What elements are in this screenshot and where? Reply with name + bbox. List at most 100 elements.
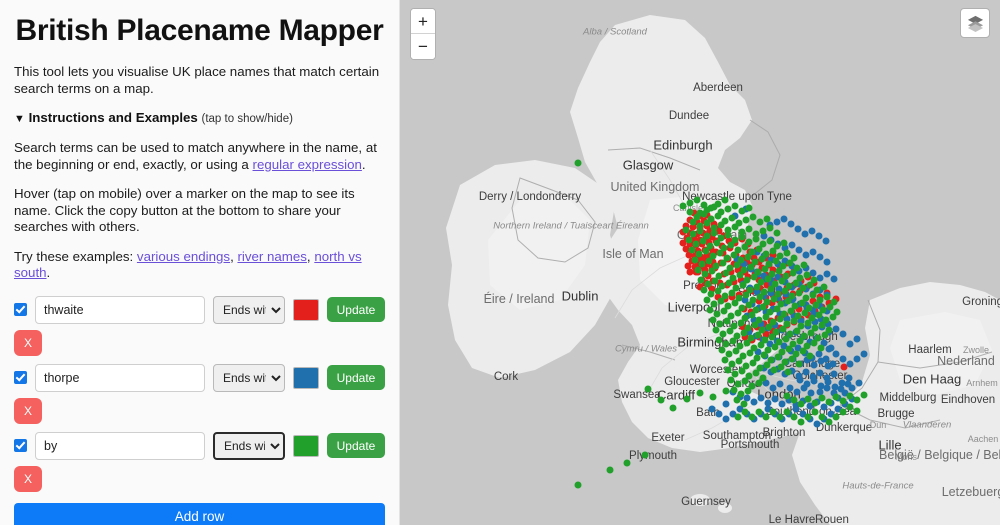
- map-marker-blue[interactable]: [853, 355, 861, 363]
- map-marker-green[interactable]: [784, 297, 792, 305]
- map-marker-blue[interactable]: [832, 350, 840, 358]
- map-marker-green[interactable]: [761, 265, 769, 273]
- map-marker-green[interactable]: [788, 355, 796, 363]
- map-marker-green[interactable]: [693, 196, 701, 204]
- map-marker-green[interactable]: [804, 413, 812, 421]
- map-marker-green[interactable]: [741, 377, 749, 385]
- map-marker-green[interactable]: [800, 261, 808, 269]
- map-marker-green[interactable]: [712, 326, 720, 334]
- match-mode-select[interactable]: AnywhereStarts withEnds withExactlyRegex: [213, 431, 285, 460]
- update-button[interactable]: Update: [327, 297, 385, 322]
- map-marker-green[interactable]: [726, 327, 734, 335]
- map-marker-green[interactable]: [790, 317, 798, 325]
- map-marker-green[interactable]: [738, 207, 746, 215]
- map-marker-green[interactable]: [782, 335, 790, 343]
- map-marker-green[interactable]: [790, 396, 798, 404]
- map-marker-green[interactable]: [644, 385, 652, 393]
- map-marker-green[interactable]: [784, 368, 792, 376]
- map-marker-green[interactable]: [776, 315, 784, 323]
- map-marker-green[interactable]: [786, 259, 794, 267]
- map-marker-green[interactable]: [724, 366, 732, 374]
- map-marker-green[interactable]: [688, 246, 696, 254]
- map-marker-green[interactable]: [718, 346, 726, 354]
- map-marker-green[interactable]: [736, 271, 744, 279]
- map-marker-blue[interactable]: [853, 335, 861, 343]
- map-marker-green[interactable]: [789, 269, 797, 277]
- map-marker-green[interactable]: [745, 204, 753, 212]
- map-marker-green[interactable]: [787, 307, 795, 315]
- map-marker-green[interactable]: [756, 293, 764, 301]
- map-marker-green[interactable]: [713, 239, 721, 247]
- map-marker-blue[interactable]: [810, 377, 818, 385]
- map-marker-blue[interactable]: [822, 237, 830, 245]
- map-marker-blue[interactable]: [801, 230, 809, 238]
- add-row-button[interactable]: Add row: [14, 502, 385, 525]
- map-marker-green[interactable]: [797, 400, 805, 408]
- map-marker-green[interactable]: [762, 313, 770, 321]
- map-marker-green[interactable]: [818, 321, 826, 329]
- color-swatch[interactable]: [293, 434, 319, 457]
- map-marker-blue[interactable]: [823, 258, 831, 266]
- map-marker-green[interactable]: [719, 259, 727, 267]
- map-marker-green[interactable]: [728, 289, 736, 297]
- map-marker-green[interactable]: [724, 231, 732, 239]
- map-marker-blue[interactable]: [722, 415, 730, 423]
- search-term-input[interactable]: [35, 431, 205, 460]
- map-marker-green[interactable]: [853, 407, 861, 415]
- map-marker-green[interactable]: [755, 408, 763, 416]
- map-marker-blue[interactable]: [771, 395, 779, 403]
- map-marker-green[interactable]: [770, 366, 778, 374]
- map-marker-green[interactable]: [623, 459, 631, 467]
- map-marker-blue[interactable]: [846, 340, 854, 348]
- map-marker-green[interactable]: [722, 387, 730, 395]
- map-marker-green[interactable]: [730, 386, 738, 394]
- map-marker-green[interactable]: [810, 339, 818, 347]
- map-marker-blue[interactable]: [816, 274, 824, 282]
- map-marker-blue[interactable]: [750, 398, 758, 406]
- map-marker-green[interactable]: [742, 291, 750, 299]
- map-marker-green[interactable]: [795, 360, 803, 368]
- map-marker-green[interactable]: [748, 413, 756, 421]
- map-marker-green[interactable]: [740, 329, 748, 337]
- update-button[interactable]: Update: [327, 365, 385, 390]
- map-marker-green[interactable]: [778, 277, 786, 285]
- map-marker-green[interactable]: [749, 359, 757, 367]
- map-marker-green[interactable]: [683, 395, 691, 403]
- map-marker-green[interactable]: [746, 349, 754, 357]
- color-swatch[interactable]: [293, 366, 319, 389]
- map-marker-blue[interactable]: [813, 420, 821, 428]
- zoom-in-button[interactable]: +: [411, 9, 435, 34]
- zoom-out-button[interactable]: −: [411, 34, 435, 59]
- map-marker-green[interactable]: [740, 400, 748, 408]
- map-marker-green[interactable]: [760, 351, 768, 359]
- map-marker-green[interactable]: [770, 295, 778, 303]
- delete-row-button[interactable]: X: [14, 329, 42, 356]
- map-marker-green[interactable]: [793, 327, 801, 335]
- map-marker-green[interactable]: [679, 202, 687, 210]
- map-marker-green[interactable]: [710, 203, 718, 211]
- map-marker-green[interactable]: [796, 337, 804, 345]
- map-marker-blue[interactable]: [839, 355, 847, 363]
- map-marker-blue[interactable]: [773, 218, 781, 226]
- match-mode-select[interactable]: AnywhereStarts withEnds withExactlyRegex: [213, 363, 285, 392]
- search-term-input[interactable]: [35, 295, 205, 324]
- map-marker-blue[interactable]: [769, 384, 777, 392]
- map-marker-green[interactable]: [806, 352, 814, 360]
- map-marker-green[interactable]: [825, 418, 833, 426]
- map-marker-green[interactable]: [697, 276, 705, 284]
- map-marker-green[interactable]: [803, 271, 811, 279]
- map-marker-green[interactable]: [755, 379, 763, 387]
- map-marker-blue[interactable]: [788, 241, 796, 249]
- map-marker-green[interactable]: [714, 212, 722, 220]
- map-marker-blue[interactable]: [823, 384, 831, 392]
- map-marker-green[interactable]: [738, 233, 746, 241]
- map-marker-green[interactable]: [744, 387, 752, 395]
- map-marker-blue[interactable]: [816, 253, 824, 261]
- map-zoom-control[interactable]: + −: [410, 8, 436, 60]
- map-marker-blue[interactable]: [722, 400, 730, 408]
- map-marker-green[interactable]: [772, 257, 780, 265]
- map-marker-green[interactable]: [832, 413, 840, 421]
- map-marker-green[interactable]: [809, 291, 817, 299]
- map-marker-green[interactable]: [821, 331, 829, 339]
- map-marker-green[interactable]: [767, 285, 775, 293]
